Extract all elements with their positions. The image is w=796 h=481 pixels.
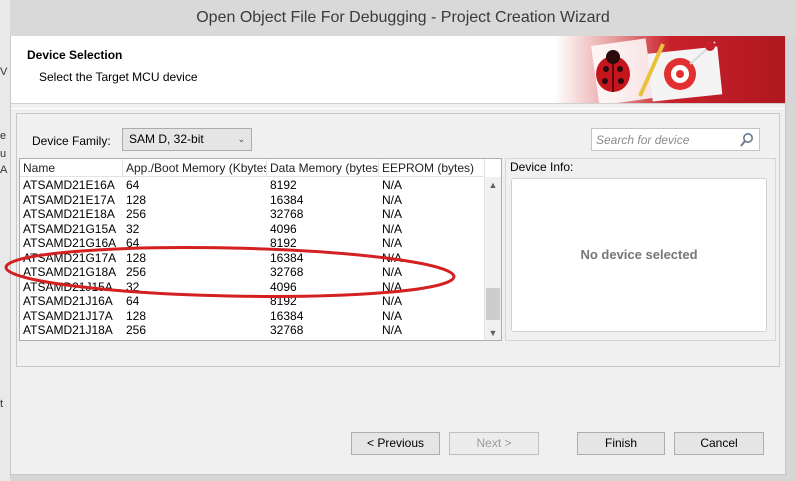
window-title: Open Object File For Debugging - Project… (10, 0, 796, 36)
page-title: Device Selection (27, 48, 123, 62)
cell-eeprom: N/A (382, 294, 403, 308)
cell-data-memory: 32768 (270, 323, 304, 337)
device-info-label: Device Info: (510, 160, 574, 174)
cell-data-memory: 4096 (270, 221, 297, 236)
cell-eeprom: N/A (382, 279, 403, 294)
cell-eeprom: N/A (382, 250, 403, 265)
cell-data-memory: 32768 (270, 207, 304, 221)
cell-device-name: ATSAMD21G17A (23, 250, 117, 265)
page-subtitle: Select the Target MCU device (39, 70, 198, 84)
cell-app-memory: 256 (126, 323, 147, 337)
cell-device-name: ATSAMD21J18A (23, 323, 113, 337)
scrollbar-thumb[interactable] (486, 288, 500, 320)
cell-device-name: ATSAMD21G16A (23, 236, 117, 250)
table-body: ATSAMD21E16A 64 8192 N/A ATSAMD21E17A 128 163… (20, 178, 485, 338)
background-glyph: t (0, 398, 4, 410)
cell-app-memory: 256 (126, 207, 147, 221)
cell-data-memory: 16384 (270, 250, 304, 265)
cell-app-memory: 128 (126, 192, 147, 207)
background-glyph: A (0, 164, 8, 176)
search-icon[interactable] (739, 132, 755, 148)
background-glyph: u (0, 148, 7, 160)
table-row[interactable]: ATSAMD21G16A 64 8192 N/A (20, 236, 485, 251)
cell-data-memory: 8192 (270, 178, 297, 192)
cell-device-name: ATSAMD21G15A (23, 221, 117, 236)
table-header: Name App./Boot Memory (Kbytes) Data Memo… (20, 159, 485, 177)
table-row[interactable]: ATSAMD21J16A 64 8192 N/A (20, 294, 485, 309)
cell-device-name: ATSAMD21J15A (23, 279, 113, 294)
cell-app-memory: 32 (126, 221, 140, 236)
cell-eeprom: N/A (382, 207, 403, 221)
table-row[interactable]: ATSAMD21J15A 32 4096 N/A (20, 280, 485, 295)
cell-app-memory: 128 (126, 308, 147, 323)
cell-device-name: ATSAMD21J16A (23, 294, 113, 308)
device-search-box[interactable] (591, 128, 760, 151)
chevron-down-icon: ⌄ (237, 134, 245, 144)
wizard-header: Device Selection Select the Target MCU d… (11, 36, 785, 104)
device-table[interactable]: Name App./Boot Memory (Kbytes) Data Memo… (19, 158, 502, 341)
table-row[interactable]: ATSAMD21G17A 128 16384 N/A (20, 251, 485, 266)
cell-eeprom: N/A (382, 265, 403, 279)
finish-button[interactable]: Finish (577, 432, 665, 455)
scroll-up-arrow-icon[interactable]: ▲ (485, 177, 501, 193)
background-app-strip: V e u A t (0, 0, 10, 481)
cell-app-memory: 32 (126, 279, 140, 294)
cell-device-name: ATSAMD21E16A (23, 178, 115, 192)
cell-data-memory: 8192 (270, 236, 297, 250)
cell-app-memory: 64 (126, 178, 140, 192)
column-header-eeprom[interactable]: EEPROM (bytes) (379, 159, 485, 177)
device-family-label: Device Family: (32, 134, 111, 148)
cell-eeprom: N/A (382, 192, 403, 207)
previous-button[interactable]: < Previous (351, 432, 440, 455)
table-row[interactable]: ATSAMD21E16A 64 8192 N/A (20, 178, 485, 193)
next-button[interactable]: Next > (449, 432, 539, 455)
cell-data-memory: 8192 (270, 294, 297, 308)
cell-app-memory: 128 (126, 250, 147, 265)
cell-eeprom: N/A (382, 178, 403, 192)
cell-device-name: ATSAMD21G18A (23, 265, 117, 279)
table-row[interactable]: ATSAMD21E18A 256 32768 N/A (20, 207, 485, 222)
device-family-dropdown[interactable]: SAM D, 32-bit ⌄ (122, 128, 252, 151)
cell-device-name: ATSAMD21J17A (23, 308, 113, 323)
column-header-name[interactable]: Name (20, 159, 123, 177)
device-info-box: No device selected (511, 178, 767, 332)
cell-app-memory: 64 (126, 294, 140, 308)
cell-data-memory: 16384 (270, 308, 304, 323)
table-row[interactable]: ATSAMD21J17A 128 16384 N/A (20, 309, 485, 324)
background-glyph: V (0, 66, 8, 78)
device-family-value: SAM D, 32-bit (129, 132, 204, 146)
cell-device-name: ATSAMD21E18A (23, 207, 115, 221)
header-divider (11, 108, 785, 109)
cell-data-memory: 4096 (270, 279, 297, 294)
cell-data-memory: 32768 (270, 265, 304, 279)
column-header-app-memory[interactable]: App./Boot Memory (Kbytes) (123, 159, 267, 177)
table-row[interactable]: ATSAMD21J18A 256 32768 N/A (20, 323, 485, 338)
cell-data-memory: 16384 (270, 192, 304, 207)
wizard-dialog: Device Selection Select the Target MCU d… (10, 36, 786, 475)
cell-app-memory: 256 (126, 265, 147, 279)
table-scrollbar[interactable]: ▲ ▼ (484, 177, 501, 340)
ladybug-banner-image (555, 36, 785, 103)
search-input[interactable] (596, 131, 736, 148)
device-info-empty-message: No device selected (580, 247, 698, 262)
device-info-panel: No device selected (505, 158, 776, 341)
column-header-data-memory[interactable]: Data Memory (bytes) (267, 159, 379, 177)
cancel-button[interactable]: Cancel (674, 432, 764, 455)
cell-eeprom: N/A (382, 323, 403, 337)
background-glyph: e (0, 130, 7, 142)
scroll-down-arrow-icon[interactable]: ▼ (485, 325, 501, 340)
cell-app-memory: 64 (126, 236, 140, 250)
table-row[interactable]: ATSAMD21G18A 256 32768 N/A (20, 265, 485, 280)
table-row[interactable]: ATSAMD21G15A 32 4096 N/A (20, 222, 485, 237)
cell-device-name: ATSAMD21E17A (23, 192, 115, 207)
cell-eeprom: N/A (382, 236, 403, 250)
table-row[interactable]: ATSAMD21E17A 128 16384 N/A (20, 193, 485, 208)
cell-eeprom: N/A (382, 221, 403, 236)
cell-eeprom: N/A (382, 308, 403, 323)
